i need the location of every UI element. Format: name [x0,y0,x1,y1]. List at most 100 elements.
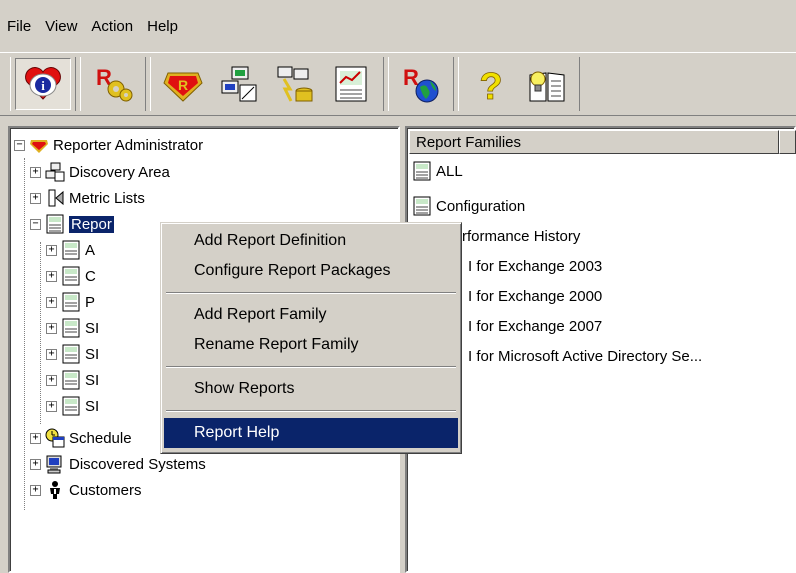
tree-node-discovery-area[interactable]: + Discovery Area [30,161,170,183]
tree-connector [24,158,25,510]
toolbar-group-3: R [150,57,384,111]
info-heart-icon: i [25,67,61,100]
expand-icon[interactable]: + [30,166,41,178]
report-icon [62,370,80,390]
tree-node-report-family[interactable]: + SI [46,369,99,391]
list-item-label: rformance History [462,227,581,245]
menu-item-configure-report-packages[interactable]: Configure Report Packages [164,256,458,286]
tree-node-report-family[interactable]: + C [46,265,96,287]
discovery-area-icon [221,66,257,102]
tree-node-customers[interactable]: + Customers [30,479,142,501]
expand-icon[interactable]: + [46,296,57,308]
list-item[interactable]: I for Exchange 2003 [468,253,602,279]
report-icon [62,318,80,338]
reporter-config-button[interactable]: R [85,58,141,110]
menu-file[interactable]: File [3,18,41,35]
toolbar-group-2: R [80,57,146,111]
menu-help[interactable]: Help [143,18,188,35]
tree-node-root[interactable]: − Reporter Administrator [14,134,203,156]
tree-node-report-family[interactable]: + SI [46,395,99,417]
expand-icon[interactable]: + [30,484,41,496]
tree-label: SI [85,371,100,389]
list-item[interactable]: I for Exchange 2000 [468,283,602,309]
list-item-label: I for Microsoft Active Directory Se... [468,347,703,365]
expand-icon[interactable]: + [46,322,57,334]
tree-node-report-family[interactable]: + P [46,291,95,313]
chart-report-button[interactable] [323,58,379,110]
tree-label: P [85,293,96,311]
tree-label: Metric Lists [69,189,145,207]
menu-bar: File View Action Help [0,0,796,50]
schedule-icon [45,428,65,448]
collapse-icon[interactable]: − [30,218,41,230]
reporter-globe-button[interactable]: R [393,58,449,110]
context-menu: Add Report Definition Configure Report P… [160,222,462,454]
toolbar-group-5: ? [458,57,580,111]
expand-icon[interactable]: + [30,458,41,470]
report-icon [413,161,431,181]
menu-view[interactable]: View [41,18,87,35]
run-discovery-button[interactable] [267,58,323,110]
expand-icon[interactable]: + [46,374,57,386]
menu-item-label: Report Help [194,424,280,441]
list-item[interactable]: I for Microsoft Active Directory Se... [468,343,702,369]
report-icon [62,240,80,260]
tree-node-report-family[interactable]: + SI [46,317,99,339]
menu-item-report-help[interactable]: Report Help [164,418,458,448]
expand-icon[interactable]: + [46,348,57,360]
menu-item-label: Add Report Definition [194,232,347,249]
menu-item-rename-report-family[interactable]: Rename Report Family [164,330,458,360]
help-button[interactable]: ? [463,58,519,110]
report-icon [413,196,431,216]
tree-label: C [85,267,96,285]
tree-label: Discovery Area [69,163,170,181]
expand-icon[interactable]: + [30,192,41,204]
menu-action[interactable]: Action [87,18,143,35]
info-heart-button[interactable]: i [15,58,71,110]
tree-node-report-family[interactable]: + A [46,239,95,261]
tree-node-report-family[interactable]: + SI [46,343,99,365]
expand-icon[interactable]: + [46,270,57,282]
expand-icon[interactable]: + [30,432,41,444]
menu-separator [166,292,456,294]
reporter-button[interactable]: R [155,58,211,110]
tree-label: Reporter Administrator [53,136,204,154]
menu-item-add-report-definition[interactable]: Add Report Definition [164,226,458,256]
menu-item-label: Show Reports [194,380,295,397]
list-pane[interactable]: Report Families ALL Configuration rforma… [405,126,796,573]
tree-node-discovered-systems[interactable]: + Discovered Systems [30,453,206,475]
menu-item-label: Rename Report Family [194,336,359,353]
svg-text:i: i [41,78,45,93]
list-item[interactable]: rformance History [462,223,580,249]
reporter-globe-icon: R [403,65,439,103]
list-item-label: I for Exchange 2000 [468,287,603,305]
column-header-empty[interactable] [779,130,796,154]
metric-lists-icon [48,189,64,207]
list-item-label: I for Exchange 2003 [468,257,603,275]
tree-label: Discovered Systems [69,455,206,473]
reporter-gear-icon: R [96,65,133,102]
list-item[interactable]: I for Exchange 2007 [468,313,602,339]
report-icon [62,266,80,286]
expand-icon[interactable]: + [46,244,57,256]
tree-node-metric-lists[interactable]: + Metric Lists [30,187,145,209]
column-header-report-families[interactable]: Report Families [409,130,779,154]
book-help-button[interactable] [519,58,575,110]
computer-icon [46,455,62,474]
expand-icon[interactable]: + [46,400,57,412]
report-icon [62,396,80,416]
discovery-area-button[interactable] [211,58,267,110]
tree-node-reports[interactable]: − Repor [30,213,114,235]
report-icon [62,344,80,364]
menu-item-show-reports[interactable]: Show Reports [164,374,458,404]
collapse-icon[interactable]: − [14,139,25,151]
menu-item-add-report-family[interactable]: Add Report Family [164,300,458,330]
menu-item-label: Configure Report Packages [194,262,391,279]
reporter-logo-icon [30,140,48,153]
tree-label: Customers [69,481,142,499]
tree-node-schedule[interactable]: + Schedule [30,427,132,449]
list-item[interactable]: ALL [412,158,463,184]
tree-label: A [85,241,96,259]
list-item[interactable]: Configuration [412,193,525,219]
tree-label: Schedule [69,429,132,447]
